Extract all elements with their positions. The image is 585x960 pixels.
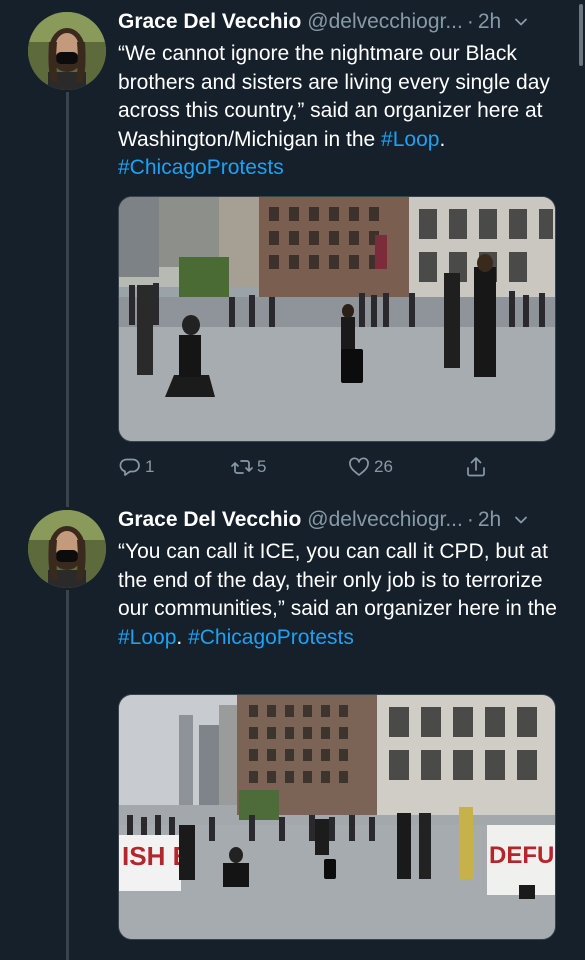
separator-dot: · (466, 508, 474, 531)
tweet-text: “You can call it ICE, you can call it CP… (118, 538, 568, 652)
tweet-text: “We cannot ignore the nightmare our Blac… (118, 40, 568, 183)
thread-connector-line (66, 92, 69, 507)
separator-dot: · (466, 10, 474, 33)
tweet-text-body: . (176, 625, 189, 649)
protest-sign-text: DEFUN (489, 842, 556, 869)
hashtag-link[interactable]: #Loop (118, 626, 176, 649)
hashtag-link[interactable]: #ChicagoProtests (118, 156, 284, 179)
like-icon (349, 457, 369, 476)
share-icon (467, 457, 485, 477)
avatar[interactable] (28, 510, 106, 588)
retweet-icon (231, 460, 253, 474)
user-handle[interactable]: @delvecchiogr... (307, 10, 463, 34)
reply-icon (119, 458, 140, 476)
thread-connector-line (66, 590, 69, 960)
reply-button[interactable]: 1 (118, 455, 154, 479)
retweet-button[interactable]: 5 (230, 455, 266, 479)
timestamp[interactable]: 2h (478, 508, 501, 532)
tweet-actions: 1 5 26 (118, 455, 558, 481)
chevron-down-icon[interactable] (513, 512, 529, 528)
share-button[interactable] (464, 455, 488, 479)
tweet-text-body: “We cannot ignore the nightmare our Blac… (118, 42, 550, 151)
tweet-text-body: . (439, 127, 446, 151)
tweet-text-body: “You can call it ICE, you can call it CP… (118, 540, 557, 621)
scrollbar[interactable] (579, 4, 583, 66)
tweet-header: Grace Del Vecchio @delvecchiogr... · 2h (118, 507, 565, 533)
hashtag-link[interactable]: #ChicagoProtests (188, 626, 354, 649)
tweet-header: Grace Del Vecchio @delvecchiogr... · 2h (118, 9, 565, 35)
like-count: 26 (374, 457, 393, 476)
like-button[interactable]: 26 (347, 455, 393, 479)
reply-count: 1 (145, 457, 155, 476)
avatar[interactable] (28, 12, 106, 90)
tweet-photo[interactable]: ISH E DEFUN (118, 694, 556, 940)
tweet-photo[interactable] (118, 196, 556, 442)
display-name[interactable]: Grace Del Vecchio (118, 508, 301, 532)
timestamp[interactable]: 2h (478, 10, 501, 34)
hashtag-link[interactable]: #Loop (381, 128, 439, 151)
display-name[interactable]: Grace Del Vecchio (118, 10, 301, 34)
retweet-count: 5 (257, 457, 267, 476)
chevron-down-icon[interactable] (513, 14, 529, 30)
user-handle[interactable]: @delvecchiogr... (307, 508, 463, 532)
